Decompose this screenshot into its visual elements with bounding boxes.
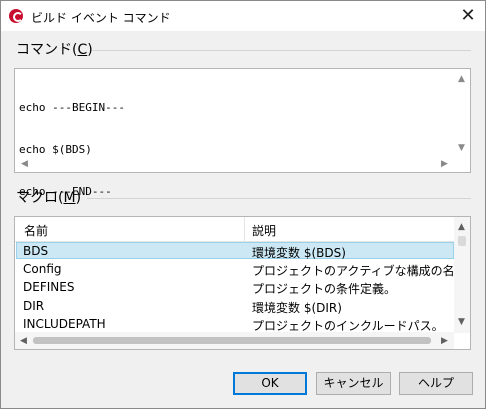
scroll-down-icon[interactable]: ▼ — [458, 143, 465, 153]
macro-list[interactable]: 名前 説明 BDS 環境変数 $(BDS) Config プロジェクトのアクティ… — [14, 216, 471, 350]
macro-group-divider — [87, 198, 471, 199]
macro-row-name: INCLUDEPATH — [23, 317, 106, 331]
command-vertical-scrollbar[interactable]: ▲ ▼ — [454, 69, 470, 156]
macro-row-description: プロジェクトのアクティブな構成の名前 — [252, 264, 467, 278]
title-bar: ビルド イベント コマンド ✕ — [1, 1, 485, 31]
scroll-left-icon[interactable]: ◀ — [21, 159, 28, 169]
macro-list-header: 名前 説明 — [15, 217, 454, 242]
macro-row-description: プロジェクトの条件定義。 — [252, 282, 397, 296]
command-group-label: コマンド(C) — [16, 42, 93, 58]
command-line: echo ---BEGIN--- — [19, 101, 125, 114]
scroll-down-icon[interactable]: ▼ — [458, 317, 465, 327]
column-divider[interactable] — [244, 217, 245, 241]
macro-row[interactable]: INCLUDEPATH プロジェクトのインクルードパス。 — [16, 316, 454, 333]
macro-row-description: 環境変数 $(BDS) — [252, 246, 346, 260]
macro-row[interactable]: Config プロジェクトのアクティブな構成の名前 — [16, 261, 467, 278]
command-line: echo $(BDS) — [19, 143, 92, 156]
scroll-right-icon[interactable]: ▶ — [441, 336, 448, 346]
macro-vertical-scrollbar[interactable]: ▲ ▼ — [454, 217, 470, 333]
close-button[interactable]: ✕ — [457, 5, 479, 27]
scroll-thumb[interactable] — [458, 236, 466, 246]
macro-row-selected[interactable]: BDS 環境変数 $(BDS) — [16, 242, 454, 260]
dialog-window: ビルド イベント コマンド ✕ コマンド(C) echo ---BEGIN---… — [0, 0, 486, 409]
scroll-up-icon[interactable]: ▲ — [458, 222, 465, 232]
command-horizontal-scrollbar[interactable]: ◀ ▶ — [15, 156, 454, 172]
macro-row-name: DEFINES — [23, 280, 75, 294]
macro-row-name: Config — [23, 262, 62, 276]
column-header-description[interactable]: 説明 — [252, 222, 276, 239]
help-button[interactable]: ヘルプ — [399, 372, 473, 395]
command-textarea[interactable]: echo ---BEGIN--- echo $(BDS) echo ---END… — [14, 68, 471, 240]
column-header-name[interactable]: 名前 — [24, 222, 48, 239]
window-title: ビルド イベント コマンド — [31, 11, 171, 25]
macro-row-name: DIR — [23, 299, 45, 313]
macro-horizontal-scrollbar[interactable]: ◀ ▶ — [15, 332, 454, 349]
scroll-right-icon[interactable]: ▶ — [441, 159, 448, 169]
scroll-up-icon[interactable]: ▲ — [458, 74, 465, 84]
scroll-thumb[interactable] — [33, 337, 431, 344]
macro-row[interactable]: DIR 環境変数 $(DIR) — [16, 298, 454, 315]
macro-group-label: マクロ(M) — [16, 190, 82, 206]
macro-row-name: BDS — [23, 244, 49, 258]
macro-row[interactable]: DEFINES プロジェクトの条件定義。 — [16, 279, 454, 296]
macro-row-description: 環境変数 $(DIR) — [252, 301, 342, 315]
command-group-divider — [93, 50, 471, 51]
app-logo-icon — [9, 9, 23, 23]
cancel-button[interactable]: キャンセル — [316, 372, 391, 395]
scroll-left-icon[interactable]: ◀ — [20, 336, 27, 346]
ok-button[interactable]: OK — [233, 372, 307, 395]
